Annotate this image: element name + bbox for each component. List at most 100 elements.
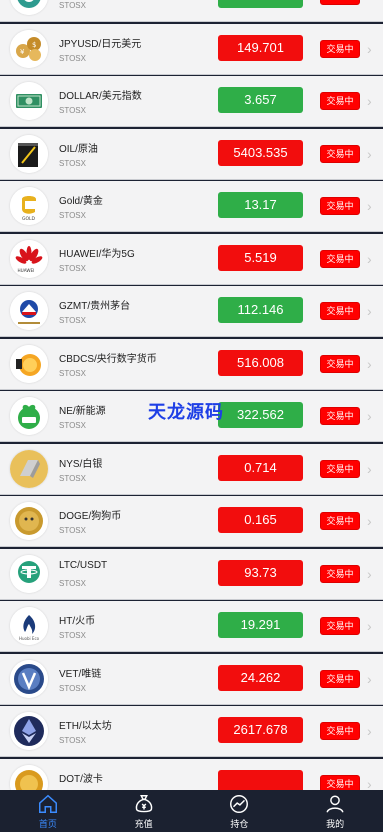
jpy-usd-icon: ¥ $ [10, 29, 48, 68]
chevron-right-icon[interactable]: › [367, 0, 379, 4]
asset-name: GZMT/贵州茅台 [59, 301, 131, 312]
asset-name: LTC/USDT [59, 559, 108, 571]
chevron-right-icon[interactable]: › [367, 723, 379, 739]
trading-status-badge: 交易中 [320, 407, 360, 425]
svg-text:GOLD: GOLD [22, 216, 36, 222]
huobi-icon: Huobi Eco [10, 607, 48, 645]
chevron-right-icon[interactable]: › [367, 618, 379, 634]
price-button[interactable]: 13.17 [218, 192, 303, 218]
price-button[interactable]: 0.714 [218, 454, 303, 481]
market-row[interactable]: OIL/原油 STOSX 5403.535 交易中 › [0, 128, 383, 180]
tether-icon [10, 554, 48, 593]
trading-status-badge: 交易中 [320, 774, 360, 790]
exchange-label: STOSX [59, 263, 86, 273]
chevron-right-icon[interactable]: › [367, 513, 379, 529]
trading-status-badge: 交易中 [320, 459, 360, 478]
asset-name: VET/唯链 [59, 668, 102, 680]
exchange-label: STOSX [59, 736, 86, 745]
trading-status-badge: 交易中 [320, 512, 360, 530]
exchange-label: STOSX [59, 578, 86, 588]
chevron-right-icon[interactable]: › [367, 776, 379, 791]
price-button[interactable] [218, 769, 303, 790]
market-row[interactable]: NYS/白银 STOSX 0.714 交易中 › [0, 443, 383, 495]
price-button[interactable]: 24.262 [218, 664, 303, 691]
market-row[interactable]: DOGE/狗狗币 STOSX 0.165 交易中 › [0, 496, 383, 547]
trading-status-badge: 交易中 [320, 0, 360, 5]
user-icon [326, 795, 344, 813]
svg-text:¥: ¥ [20, 48, 25, 56]
market-row[interactable]: EURJPY/欧元日元STOSX325.82交易中› [0, 0, 383, 22]
price-button[interactable]: 3.657 [218, 87, 303, 113]
market-row[interactable]: DOLLAR/美元指数 STOSX 3.657 交易中 › [0, 76, 383, 127]
chevron-right-icon[interactable]: › [367, 566, 379, 582]
doge-icon [10, 502, 48, 540]
chevron-right-icon[interactable]: › [367, 93, 379, 109]
market-list: EURJPY/欧元日元STOSX325.82交易中›¥$JPYUSD/日元美元S… [0, 0, 383, 790]
market-row[interactable]: ETH/以太坊 STOSX 2617.678 交易中 › [0, 706, 383, 757]
exchange-label: STOSX [59, 368, 86, 378]
market-row[interactable]: DOT/波卡STOSX交易中› [0, 758, 383, 791]
trading-status-badge: 交易中 [320, 302, 360, 320]
market-row[interactable]: Huobi Eco HT/火币 STOSX 19.291 交易中 › [0, 601, 383, 652]
price-button[interactable]: 149.701 [218, 34, 303, 61]
chevron-right-icon[interactable]: › [367, 461, 379, 477]
chevron-right-icon[interactable]: › [367, 671, 379, 687]
tab-recharge[interactable]: 充值 [96, 790, 192, 832]
chevron-right-icon[interactable]: › [367, 251, 379, 267]
digital-coin-icon [10, 344, 48, 383]
money-bag-icon [135, 795, 152, 813]
tab-mine[interactable]: 我的 [287, 790, 383, 832]
trading-status-badge: 交易中 [320, 39, 360, 58]
chevron-right-icon[interactable]: › [367, 303, 379, 319]
price-button[interactable]: 322.562 [218, 402, 303, 428]
market-row[interactable]: LTC/USDT STOSX 93.73 交易中 › [0, 548, 383, 600]
asset-name: OIL/原油 [59, 143, 98, 155]
trading-status-badge: 交易中 [320, 197, 360, 215]
price-button[interactable]: 0.165 [218, 507, 303, 533]
chevron-right-icon[interactable]: › [367, 41, 379, 57]
asset-name: DOGE/狗狗币 [59, 511, 122, 522]
exchange-label: STOSX [59, 473, 86, 483]
price-button[interactable]: 2617.678 [218, 717, 303, 743]
market-row[interactable]: VET/唯链 STOSX 24.262 交易中 › [0, 653, 383, 705]
tab-positions-label: 持仓 [230, 819, 249, 829]
chevron-right-icon[interactable]: › [367, 198, 379, 214]
tab-positions[interactable]: 持仓 [192, 790, 288, 832]
ethereum-icon [10, 712, 48, 750]
svg-text:Huobi Eco: Huobi Eco [19, 636, 40, 641]
trading-status-badge: 交易中 [320, 144, 360, 163]
chevron-right-icon[interactable]: › [367, 146, 379, 162]
chevron-right-icon[interactable]: › [367, 408, 379, 424]
trading-status-badge: 交易中 [320, 354, 360, 373]
asset-name: HT/火币 [59, 616, 96, 627]
market-row[interactable]: ¥ $ JPYUSD/日元美元 STOSX 149.701 交易中 › [0, 23, 383, 75]
watermark-text: 天龙源码 [148, 402, 224, 423]
silver-icon [10, 449, 48, 488]
bottom-tab-bar: 首页 充值 持仓 我的 [0, 790, 383, 832]
trading-status-badge: 交易中 [320, 617, 360, 635]
exchange-label: STOSX [59, 106, 86, 115]
price-button[interactable]: 516.008 [218, 349, 303, 376]
tab-mine-label: 我的 [326, 819, 345, 829]
price-button[interactable]: 93.73 [218, 559, 303, 586]
chevron-right-icon[interactable]: › [367, 356, 379, 372]
eur-jpy-icon [10, 0, 48, 15]
tab-home[interactable]: 首页 [0, 790, 96, 832]
market-row[interactable]: GOLD Gold/黄金 STOSX 13.17 交易中 › [0, 181, 383, 232]
price-button[interactable]: 5.519 [218, 244, 303, 271]
asset-name: HUAWEI/华为5G [59, 248, 135, 260]
asset-name: DOLLAR/美元指数 [59, 91, 142, 102]
huawei-icon: HUAWEI [10, 239, 48, 278]
price-button[interactable]: 19.291 [218, 612, 303, 638]
market-row[interactable]: HUAWEI HUAWEI/华为5G STOSX 5.519 交易中 › [0, 233, 383, 285]
trading-status-badge: 交易中 [320, 249, 360, 268]
market-row[interactable]: GZMT/贵州茅台 STOSX 112.146 交易中 › [0, 286, 383, 337]
market-row[interactable]: CBDCS/央行数字货币 STOSX 516.008 交易中 › [0, 338, 383, 390]
price-button[interactable]: 5403.535 [218, 139, 303, 166]
price-button[interactable]: 112.146 [218, 297, 303, 323]
price-button[interactable]: 325.82 [218, 0, 303, 8]
new-energy-icon [10, 397, 48, 435]
trading-status-badge: 交易中 [320, 722, 360, 740]
dollar-bill-icon [10, 82, 48, 120]
moutai-icon [10, 292, 48, 330]
